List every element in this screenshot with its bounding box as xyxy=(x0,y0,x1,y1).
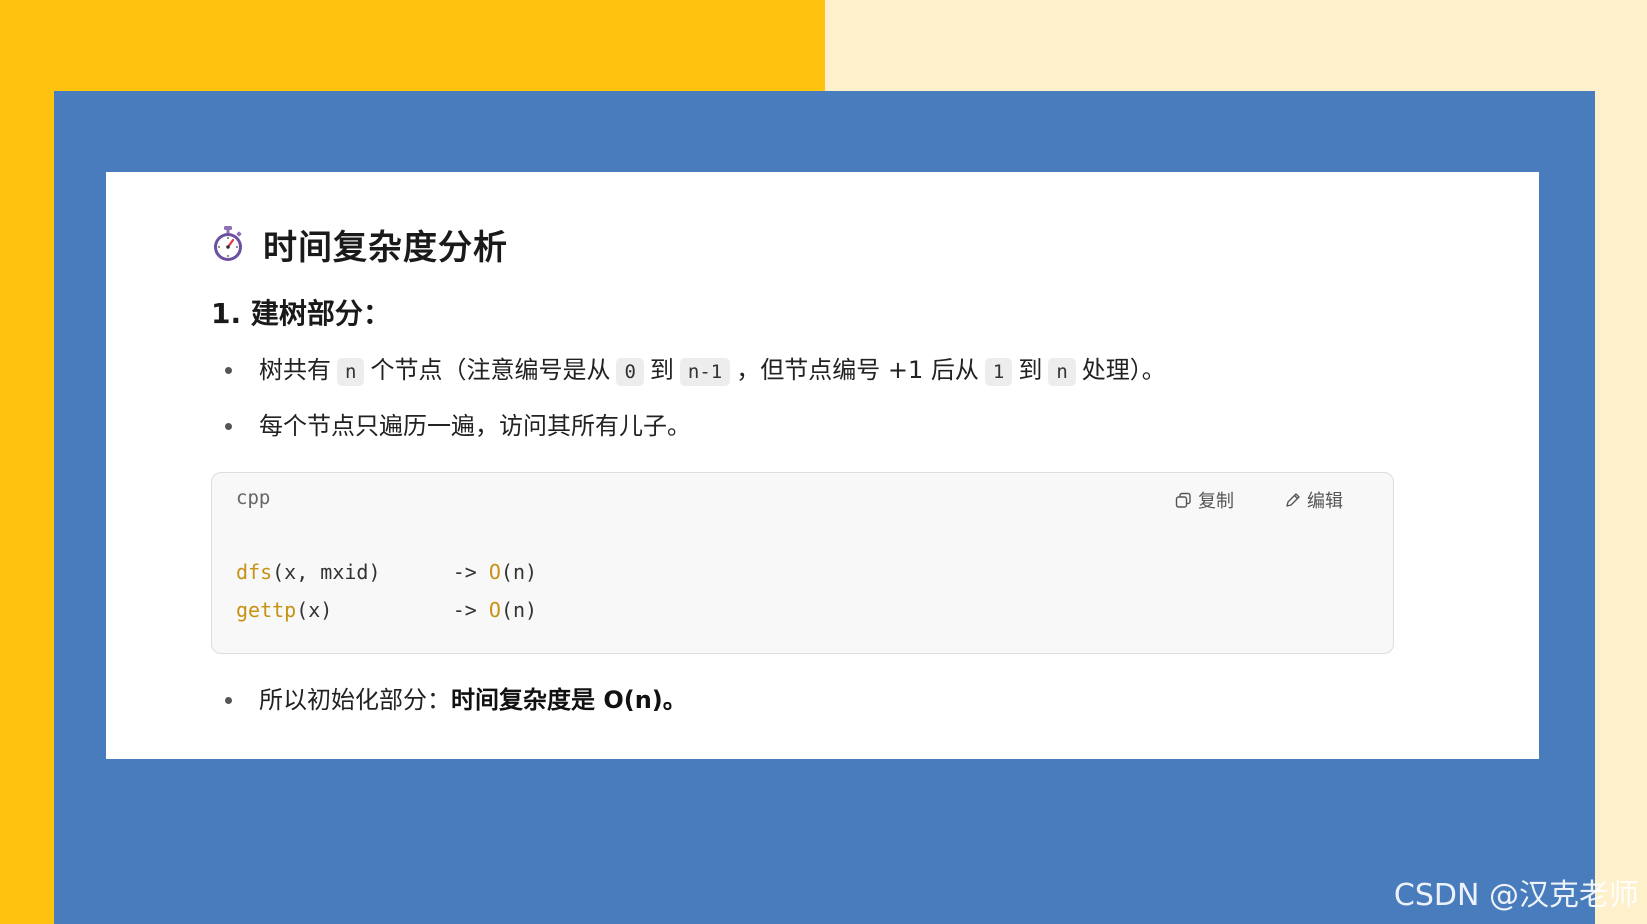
bullet-list-summary: 所以初始化部分：时间复杂度是 O(n)。 xyxy=(211,676,1539,732)
copy-label: 复制 xyxy=(1198,491,1234,512)
inline-code: n xyxy=(1048,358,1076,386)
inline-code: n-1 xyxy=(679,358,731,386)
list-item: 树共有 n 个节点（注意编号是从 0 到 n-1 ，但节点编号 +1 后从 1 到 n 处理）。 xyxy=(211,346,1539,402)
code-block: cpp 复制 编辑 dfs(x, mxid) -> O(n) gettp(x) xyxy=(211,472,1394,654)
code-arrow: -> xyxy=(332,598,489,622)
bullet-text: 到 xyxy=(649,356,674,384)
code-big-o: O xyxy=(488,598,501,622)
code-args: (n) xyxy=(500,560,538,584)
edit-button[interactable]: 编辑 xyxy=(1284,487,1343,513)
bullet-text: 树共有 xyxy=(259,356,331,384)
bullet-text: 每个节点只遍历一遍，访问其所有儿子。 xyxy=(259,412,691,440)
bullet-dot xyxy=(225,423,232,430)
inline-code: 1 xyxy=(984,358,1013,386)
code-function: gettp xyxy=(236,598,297,622)
bullet-text: ，但节点编号 +1 后从 xyxy=(736,356,979,384)
bullet-text: 处理）。 xyxy=(1081,356,1166,384)
bullet-bold-text: 时间复杂度是 O(n)。 xyxy=(451,686,687,714)
code-line: gettp(x) -> O(n) xyxy=(236,591,537,629)
bullet-text: 到 xyxy=(1018,356,1043,384)
edit-icon xyxy=(1286,492,1300,507)
code-arrow: -> xyxy=(380,560,489,584)
edit-label: 编辑 xyxy=(1307,491,1343,512)
list-item: 所以初始化部分：时间复杂度是 O(n)。 xyxy=(211,676,1539,732)
code-actions: 复制 编辑 xyxy=(1175,487,1343,513)
list-item: 每个节点只遍历一遍，访问其所有儿子。 xyxy=(211,402,1539,458)
code-args: (x) xyxy=(296,598,333,622)
inline-code: 0 xyxy=(616,358,644,386)
bullet-dot xyxy=(225,697,232,704)
watermark: CSDN @汉克老师 xyxy=(1393,878,1639,913)
code-args: (n) xyxy=(500,598,538,622)
code-language-label: cpp xyxy=(236,487,271,509)
section-title: 1. 建树部分： xyxy=(211,297,391,330)
bullet-text: 个节点（注意编号是从 xyxy=(370,356,611,384)
code-args: (x, mxid) xyxy=(272,560,381,584)
inline-code: n xyxy=(337,358,365,386)
heading-row: 时间复杂度分析 xyxy=(211,216,1539,272)
code-function: dfs xyxy=(236,560,273,584)
content-card: 时间复杂度分析 1. 建树部分： 树共有 n 个节点（注意编号是从 0 到 n-1 ，但节点… xyxy=(106,172,1539,759)
copy-icon xyxy=(1175,492,1191,508)
code-line: dfs(x, mxid) -> O(n) xyxy=(236,553,537,591)
bullet-list: 树共有 n 个节点（注意编号是从 0 到 n-1 ，但节点编号 +1 后从 1 到 n 处理）。 每… xyxy=(211,346,1539,458)
code-content: dfs(x, mxid) -> O(n) gettp(x) -> O(n) xyxy=(236,553,537,629)
stopwatch-icon xyxy=(214,226,242,261)
copy-button[interactable]: 复制 xyxy=(1175,487,1234,513)
bullet-dot xyxy=(225,367,232,374)
bullet-text: 所以初始化部分： xyxy=(259,686,451,714)
code-big-o: O xyxy=(488,560,501,584)
page-title: 时间复杂度分析 xyxy=(263,227,508,268)
